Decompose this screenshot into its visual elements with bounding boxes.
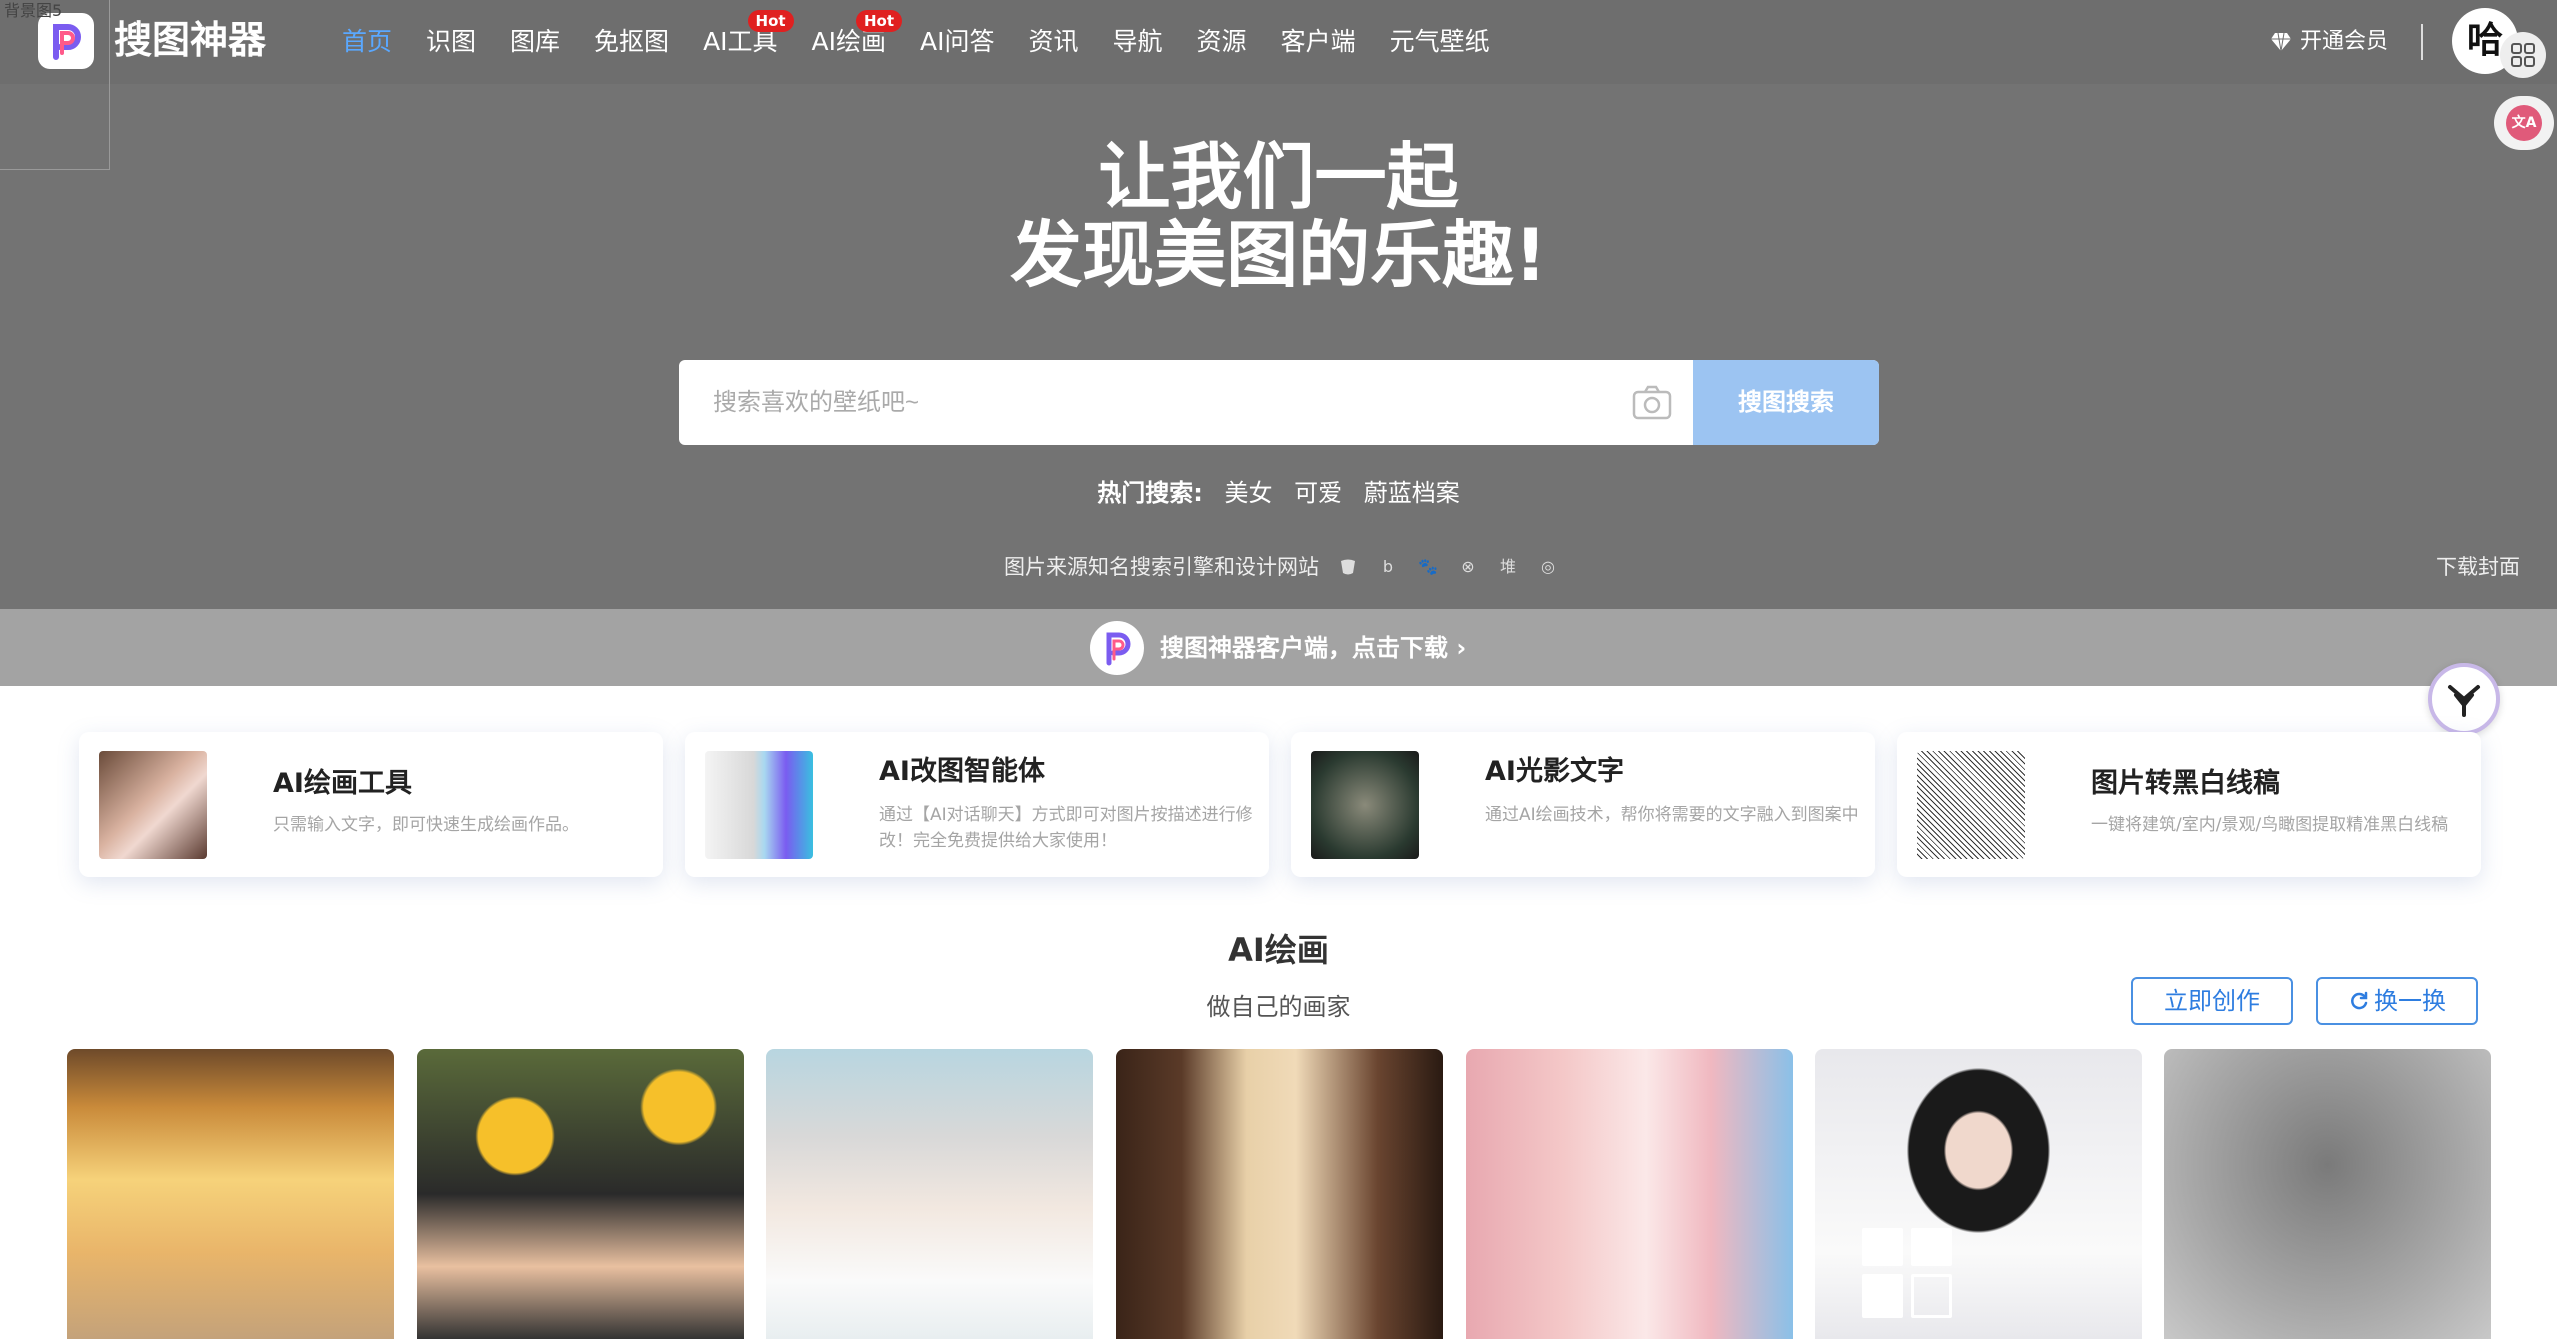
nav-identify[interactable]: 识图 — [426, 22, 476, 62]
nav-label: 资源 — [1196, 27, 1247, 56]
search-bar: 搜图搜索 — [679, 360, 1879, 445]
hero-section: 搜图神器 首页 识图 图库 免抠图 AI工具 Hot AI绘画 Hot AI问答 资… — [0, 0, 2557, 686]
nav-home[interactable]: 首页 — [342, 22, 392, 62]
more-apps-icon[interactable] — [1862, 1228, 1952, 1318]
nav-label: 资讯 — [1028, 27, 1079, 56]
tool-desc: 通过【AI对话聊天】方式即可对图片按描述进行修改！完全免费提供给大家使用！ — [879, 805, 1253, 851]
grid-cell — [1911, 1228, 1952, 1266]
hot-search-item[interactable]: 可爱 — [1294, 479, 1342, 507]
hot-search-item[interactable]: 蔚蓝档案 — [1364, 479, 1460, 507]
tool-card-ai-edit-agent[interactable]: AI改图智能体 通过【AI对话聊天】方式即可对图片按描述进行修改！完全免费提供给… — [685, 732, 1269, 877]
nav-resources[interactable]: 资源 — [1197, 22, 1247, 62]
client-download-bar: 搜图神器客户端，点击下载 › — [0, 609, 2557, 686]
hero-slogan-line1: 让我们一起 — [1098, 135, 1459, 219]
tool-thumbnail — [1917, 751, 2025, 859]
vip-label: 开通会员 — [2300, 29, 2389, 54]
wukong-icon — [1337, 556, 1359, 578]
grid-cell — [1862, 1228, 1903, 1266]
client-download-text: 搜图神器客户端，点击下载 › — [1160, 634, 1467, 662]
diamond-icon — [2271, 32, 2291, 52]
refresh-button[interactable]: 换一换 — [2316, 977, 2478, 1025]
gallery-image[interactable] — [1466, 1049, 1793, 1339]
nav-label: 免抠图 — [594, 27, 670, 56]
tool-title: 图片转黑白线稿 — [2091, 768, 2280, 799]
tool-thumbnail — [99, 751, 207, 859]
main-nav: 首页 识图 图库 免抠图 AI工具 Hot AI绘画 Hot AI问答 资讯 导航 … — [342, 10, 1524, 62]
refresh-label: 换一换 — [2374, 987, 2446, 1015]
grid-cell — [1862, 1274, 1903, 1318]
nav-cutout[interactable]: 免抠图 — [594, 22, 669, 62]
grid-cell — [1911, 1274, 1952, 1318]
camera-icon[interactable] — [1629, 380, 1675, 426]
nav-wallpaper[interactable]: 元气壁纸 — [1390, 22, 1490, 62]
hot-search-label: 热门搜索: — [1097, 479, 1203, 507]
download-cover-link[interactable]: 下载封面 — [2436, 552, 2520, 582]
search-button[interactable]: 搜图搜索 — [1693, 360, 1879, 445]
nav-navigation[interactable]: 导航 — [1113, 22, 1163, 62]
tool-card-line-art[interactable]: 图片转黑白线稿 一键将建筑/室内/景观/鸟瞰图提取精准黑白线稿 — [1897, 732, 2481, 877]
nav-gallery[interactable]: 图库 — [510, 22, 560, 62]
gallery-image-blurred[interactable] — [2164, 1049, 2491, 1339]
top-navbar: 搜图神器 首页 识图 图库 免抠图 AI工具 Hot AI绘画 Hot AI问答 资… — [0, 0, 2557, 84]
nav-divider — [2421, 24, 2423, 60]
apps-grid-icon[interactable] — [2500, 32, 2546, 78]
section-title: AI绘画 — [1228, 931, 1329, 969]
nav-label: 元气壁纸 — [1389, 27, 1490, 56]
nav-label: 导航 — [1112, 27, 1163, 56]
nav-label: AI问答 — [920, 27, 995, 56]
client-logo — [1090, 621, 1144, 675]
vip-button[interactable]: 开通会员 — [2270, 24, 2388, 60]
tool-thumbnail — [1311, 751, 1419, 859]
baidu-paw-icon: 🐾 — [1418, 557, 1438, 576]
brand-name[interactable]: 搜图神器 — [114, 16, 266, 64]
nav-ai-tools[interactable]: AI工具 Hot — [703, 10, 794, 62]
tool-title: AI光影文字 — [1485, 756, 1624, 787]
nav-client[interactable]: 客户端 — [1281, 22, 1356, 62]
gallery-image[interactable] — [1116, 1049, 1443, 1339]
tool-title: AI改图智能体 — [879, 756, 1045, 787]
nav-ai-qa[interactable]: AI问答 — [920, 22, 994, 62]
image-sources: 图片来源知名搜索引擎和设计网站 b 🐾 ⊗ 堆 ◎ — [1004, 552, 1559, 582]
hot-badge: Hot — [747, 10, 794, 32]
duitang-icon: 堆 — [1499, 557, 1516, 576]
gallery-image[interactable] — [766, 1049, 1093, 1339]
gallery-image[interactable] — [67, 1049, 394, 1339]
search-input[interactable] — [679, 360, 1649, 445]
nav-label: 识图 — [426, 27, 477, 56]
bing-icon: b — [1382, 557, 1394, 576]
refresh-icon — [2351, 991, 2368, 1010]
nav-label: 客户端 — [1280, 27, 1356, 56]
create-now-button[interactable]: 立即创作 — [2131, 977, 2293, 1025]
nav-label: 首页 — [342, 27, 393, 56]
client-download-link[interactable]: 搜图神器客户端，点击下载 › — [1090, 621, 1466, 675]
nav-label: 图库 — [510, 27, 561, 56]
tool-title: AI绘画工具 — [273, 768, 412, 799]
360-icon: ◎ — [1541, 557, 1555, 576]
hot-search: 热门搜索: 美女 可爱 蔚蓝档案 — [0, 474, 2557, 512]
tool-desc: 只需输入文字，即可快速生成绘画作品。 — [273, 815, 579, 835]
tool-desc: 一键将建筑/室内/景观/鸟瞰图提取精准黑白线稿 — [2091, 815, 2449, 835]
sogou-icon: ⊗ — [1461, 557, 1475, 576]
hot-badge: Hot — [856, 10, 903, 32]
nav-news[interactable]: 资讯 — [1029, 22, 1079, 62]
tool-thumbnail — [705, 751, 813, 859]
tool-desc: 通过AI绘画技术，帮你将需要的文字融入到图案中 — [1485, 805, 1859, 825]
nav-ai-painting[interactable]: AI绘画 Hot — [812, 10, 903, 62]
tool-card-ai-painting[interactable]: AI绘画工具 只需输入文字，即可快速生成绘画作品。 — [79, 732, 663, 877]
tool-card-ai-light-text[interactable]: AI光影文字 通过AI绘画技术，帮你将需要的文字融入到图案中 — [1291, 732, 1875, 877]
gallery-image[interactable] — [417, 1049, 744, 1339]
source-text: 图片来源知名搜索引擎和设计网站 — [1004, 555, 1319, 579]
hero-slogan-line2: 发现美图的乐趣! — [1010, 213, 1547, 297]
assistant-float-icon[interactable] — [2428, 663, 2500, 735]
hot-search-item[interactable]: 美女 — [1224, 479, 1272, 507]
